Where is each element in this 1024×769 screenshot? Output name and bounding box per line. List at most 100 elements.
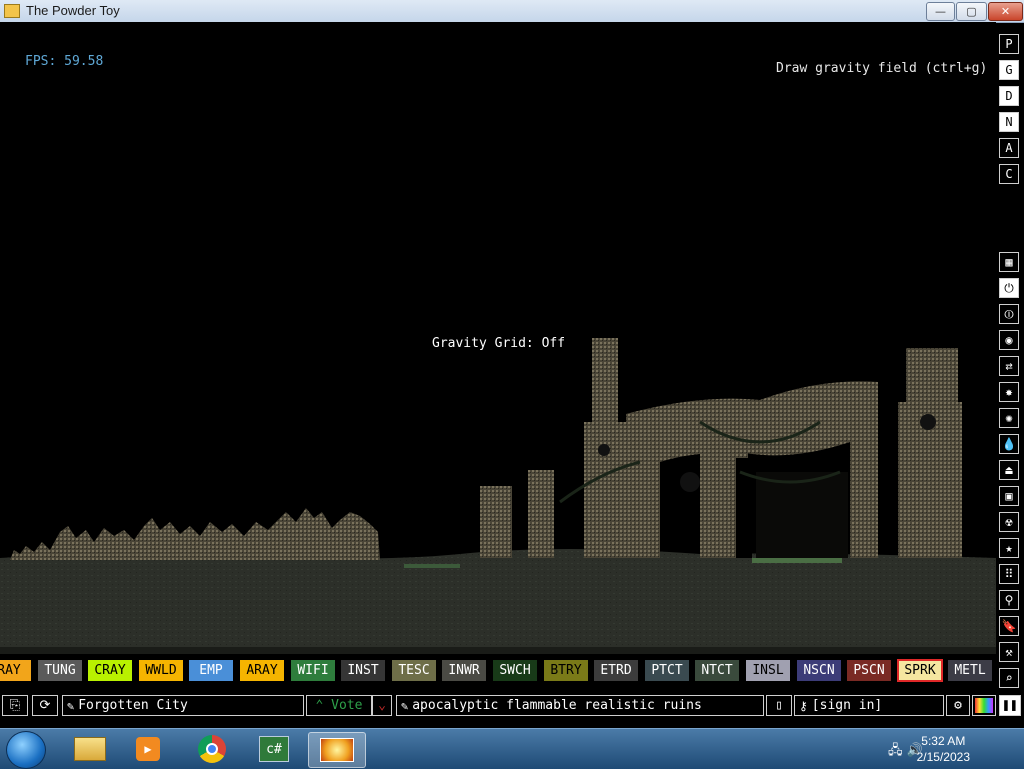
electronics-category-button[interactable]: ⏻ [999, 278, 1019, 298]
media-player-taskbar-button[interactable]: ▶ [122, 732, 174, 766]
search-category-button[interactable]: ⌕ [999, 668, 1019, 688]
option-button-a[interactable]: A [999, 138, 1019, 158]
element-ray[interactable]: RAY [0, 659, 32, 682]
special-category-button[interactable]: ★ [999, 538, 1019, 558]
element-insl[interactable]: INSL [745, 659, 791, 682]
csharp-icon: c# [259, 736, 289, 762]
liquids-category-button[interactable]: 💧 [999, 434, 1019, 454]
option-button-g[interactable]: G [999, 60, 1019, 80]
option-button-p[interactable]: P [999, 34, 1019, 54]
minimize-button[interactable]: — [926, 2, 955, 21]
thumb-up-icon: ⌃ [315, 698, 332, 713]
gases-icon: ✺ [1005, 411, 1013, 425]
element-wifi[interactable]: WIFI [290, 659, 336, 682]
start-button[interactable] [6, 731, 46, 769]
explosives-category-button[interactable]: ✸ [999, 382, 1019, 402]
powders-category-button[interactable]: ⏏ [999, 460, 1019, 480]
clock[interactable]: 5:32 AM 2/15/2023 [917, 733, 970, 765]
maximize-button[interactable]: ▢ [956, 2, 987, 21]
reload-icon: ⟳ [39, 698, 51, 713]
save-name-field[interactable]: ✎ Forgotten City [62, 695, 304, 716]
element-cray[interactable]: CRAY [87, 659, 133, 682]
element-ntct[interactable]: NTCT [694, 659, 740, 682]
game-of-life-category-button[interactable]: ⠿ [999, 564, 1019, 584]
window-title: The Powder Toy [26, 3, 120, 18]
liquids-icon: 💧 [1001, 437, 1017, 451]
save-icon: ✎ [67, 698, 75, 713]
element-pscn[interactable]: PSCN [846, 659, 892, 682]
fps-counter: FPS: 59.58 [25, 54, 104, 69]
powder-toy-icon [320, 738, 354, 762]
sensors-category-button[interactable]: ◉ [999, 330, 1019, 350]
sign-in-label: [sign in] [811, 698, 883, 713]
clock-time: 5:32 AM [921, 734, 966, 748]
new-page-icon: ▯ [775, 698, 783, 713]
tools-icon: ⚲ [1004, 593, 1014, 607]
element-inst[interactable]: INST [340, 659, 386, 682]
element-swch[interactable]: SWCH [492, 659, 538, 682]
element-nscn[interactable]: NSCN [796, 659, 842, 682]
clear-sim-button[interactable]: ▯ [766, 695, 792, 716]
powered-icon: ⏼ [1004, 306, 1014, 321]
element-aray[interactable]: ARAY [239, 659, 285, 682]
sensors-icon: ◉ [1005, 333, 1013, 347]
windows-taskbar: ▶ c# 🖧 🔊 5:32 AM 2/15/2023 [0, 728, 1024, 769]
element-wwld[interactable]: WWLD [138, 659, 184, 682]
vote-label: Vote [331, 698, 363, 713]
option-button-n[interactable]: N [999, 112, 1019, 132]
element-tesc[interactable]: TESC [391, 659, 437, 682]
search-icon: ⌕ [1005, 671, 1013, 685]
favorites-icon: 🔖 [1001, 619, 1017, 633]
simulation-canvas[interactable]: FPS: 59.58 Draw gravity field (ctrl+g) G… [0, 22, 996, 654]
folder-icon [74, 737, 106, 761]
element-etrd[interactable]: ETRD [593, 659, 639, 682]
sign-in-button[interactable]: ⚷ [sign in] [794, 695, 944, 716]
element-btry[interactable]: BTRY [543, 659, 589, 682]
tags-field[interactable]: ✎ apocalyptic flammable realistic ruins [396, 695, 764, 716]
vote-down-button[interactable]: ⌄ [372, 695, 392, 716]
decoration-icon: ⚒ [1005, 645, 1013, 659]
clock-date: 2/15/2023 [916, 750, 970, 764]
powder-toy-taskbar-button[interactable] [308, 732, 366, 768]
close-button[interactable]: ✕ [988, 2, 1023, 21]
media-player-icon: ▶ [136, 737, 160, 761]
force-category-button[interactable]: ⇄ [999, 356, 1019, 376]
explorer-taskbar-button[interactable] [64, 732, 116, 766]
open-save-browser-button[interactable]: ⎘ [2, 695, 28, 716]
element-inwr[interactable]: INWR [441, 659, 487, 682]
window-titlebar: The Powder Toy — ▢ ✕ [0, 0, 1024, 23]
render-options-button[interactable] [972, 695, 996, 716]
favorites-category-button[interactable]: 🔖 [999, 616, 1019, 636]
solids-icon: ▣ [1005, 489, 1013, 503]
walls-category-button[interactable]: ▦ [999, 252, 1019, 272]
vote-up-button[interactable]: ⌃ Vote [306, 695, 372, 716]
option-button-c[interactable]: C [999, 164, 1019, 184]
powered-category-button[interactable]: ⏼ [999, 304, 1019, 324]
element-bar: RAY TUNG CRAY WWLD EMP ARAY WIFI INST TESC INWR SW… [0, 657, 996, 685]
element-ptct[interactable]: PTCT [644, 659, 690, 682]
solids-category-button[interactable]: ▣ [999, 486, 1019, 506]
game-of-life-icon: ⠿ [1004, 567, 1014, 581]
save-name: Forgotten City [78, 698, 188, 713]
chrome-icon [198, 735, 226, 763]
option-button-d[interactable]: D [999, 86, 1019, 106]
network-icon[interactable]: 🖧 [888, 743, 903, 758]
csharp-taskbar-button[interactable]: c# [248, 732, 300, 766]
settings-button[interactable]: ⚙ [946, 695, 970, 716]
decoration-category-button[interactable]: ⚒ [999, 642, 1019, 662]
reload-button[interactable]: ⟳ [32, 695, 58, 716]
element-tung[interactable]: TUNG [37, 659, 83, 682]
radioactive-icon: ☢ [1005, 515, 1013, 529]
tag-icon: ✎ [401, 698, 409, 713]
force-icon: ⇄ [1005, 359, 1013, 373]
element-sprk[interactable]: SPRK [897, 659, 943, 682]
walls-icon: ▦ [1005, 255, 1013, 269]
element-metl[interactable]: METL [947, 659, 993, 682]
pause-button[interactable]: ❚❚ [999, 695, 1021, 716]
tools-category-button[interactable]: ⚲ [999, 590, 1019, 610]
gases-category-button[interactable]: ✺ [999, 408, 1019, 428]
chrome-taskbar-button[interactable] [186, 732, 238, 766]
element-emp[interactable]: EMP [188, 659, 234, 682]
radioactive-category-button[interactable]: ☢ [999, 512, 1019, 532]
rainbow-icon [975, 698, 993, 713]
